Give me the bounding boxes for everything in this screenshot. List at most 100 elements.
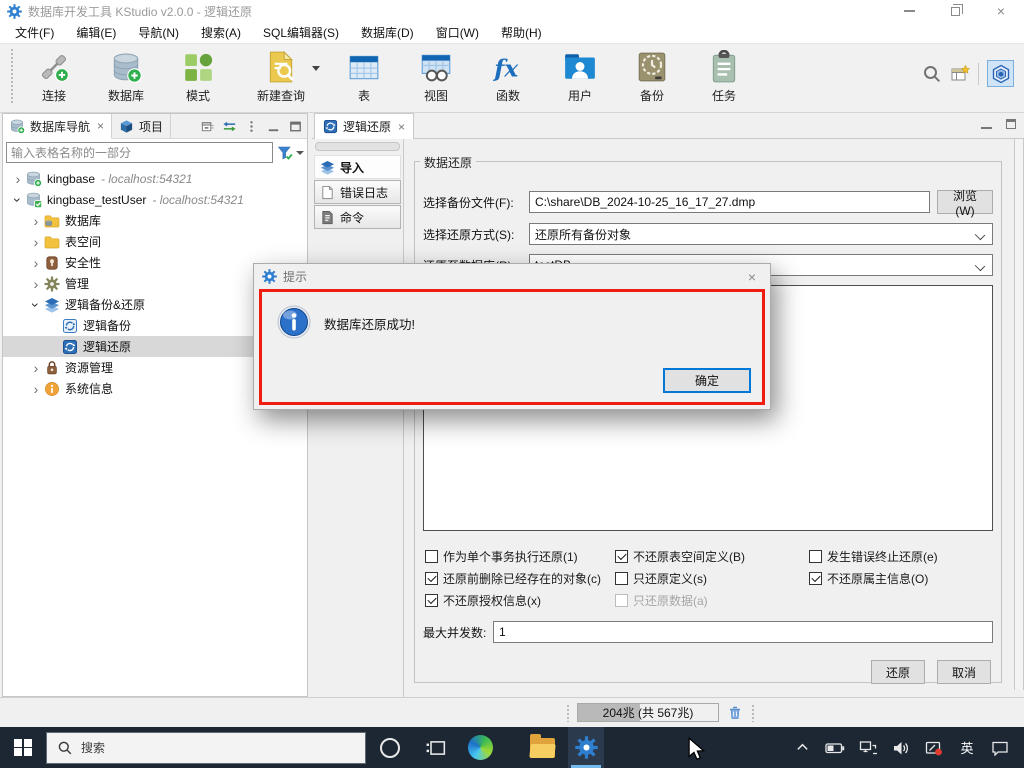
chevron-right-icon: › bbox=[29, 361, 43, 375]
rail-import-button[interactable]: 导入 bbox=[314, 155, 401, 179]
battery-status[interactable] bbox=[823, 727, 847, 768]
restore-button[interactable] bbox=[932, 0, 978, 22]
checkbox-drop-existing-objects[interactable]: 还原前删除已经存在的对象(c) bbox=[425, 567, 615, 589]
info-icon bbox=[276, 304, 312, 340]
tree-item-kingbase[interactable]: › kingbase - localhost:54321 bbox=[3, 168, 307, 189]
new-query-dropdown-arrow[interactable] bbox=[312, 66, 320, 71]
open-perspective-icon[interactable] bbox=[950, 64, 970, 84]
dialog-close-icon[interactable]: × bbox=[742, 269, 762, 285]
tree-item-databases[interactable]: › 数据库 bbox=[3, 210, 307, 231]
toolbar-schema[interactable]: 模式 bbox=[162, 48, 234, 104]
minimize-editor-icon[interactable] bbox=[981, 127, 992, 129]
view-menu-icon[interactable] bbox=[244, 119, 259, 134]
file-explorer-button[interactable] bbox=[524, 727, 560, 768]
status-drag-handle bbox=[566, 704, 570, 722]
security-shield-icon bbox=[44, 255, 60, 271]
toolbar-task[interactable]: 任务 bbox=[688, 48, 760, 104]
cancel-button[interactable]: 取消 bbox=[937, 660, 991, 684]
checkbox-no-privileges[interactable]: 不还原授权信息(x) bbox=[425, 589, 615, 611]
menu-item-search[interactable]: 搜索(A) bbox=[190, 22, 252, 44]
database-folder-icon bbox=[44, 213, 60, 229]
restore-mode-label: 选择还原方式(S): bbox=[423, 226, 529, 243]
maximize-editor-icon[interactable] bbox=[1006, 119, 1016, 129]
view-icon bbox=[419, 50, 453, 84]
restore-button[interactable]: 还原 bbox=[871, 660, 925, 684]
search-placeholder: 搜索 bbox=[81, 739, 105, 756]
max-concurrency-input[interactable] bbox=[493, 621, 993, 643]
tab-project[interactable]: 项目 bbox=[112, 114, 171, 138]
toolbar-backup[interactable]: 备份 bbox=[616, 48, 688, 104]
ok-button[interactable]: 确定 bbox=[663, 368, 751, 393]
edge-button[interactable] bbox=[462, 727, 498, 768]
toolbar-table[interactable]: 表 bbox=[328, 48, 400, 104]
tab-close-icon[interactable]: × bbox=[97, 119, 104, 133]
table-filter-input[interactable] bbox=[6, 142, 273, 163]
toolbar-connect[interactable]: 连接 bbox=[18, 48, 90, 104]
trash-icon bbox=[727, 705, 743, 721]
toolbar-database[interactable]: 数据库 bbox=[90, 48, 162, 104]
rail-error-log-button[interactable]: 错误日志 bbox=[314, 180, 401, 204]
chevron-expanded-icon: › bbox=[11, 193, 25, 207]
filter-options-button[interactable] bbox=[277, 145, 304, 161]
checkbox-definition-only[interactable]: 只还原定义(s) bbox=[615, 567, 809, 589]
rail-command-button[interactable]: 命令 bbox=[314, 205, 401, 229]
ime-language-button[interactable]: 英 bbox=[955, 727, 979, 768]
error-log-document-icon bbox=[320, 185, 335, 200]
checkbox-no-owner[interactable]: 不还原属主信息(O) bbox=[809, 567, 938, 589]
tab-database-navigator[interactable]: 数据库导航 × bbox=[3, 114, 112, 139]
network-status[interactable] bbox=[856, 727, 880, 768]
cortana-button[interactable] bbox=[372, 727, 408, 768]
checkbox-single-transaction[interactable]: 作为单个事务执行还原(1) bbox=[425, 545, 615, 567]
toolbar-drag-handle[interactable] bbox=[10, 48, 14, 104]
volume-status[interactable] bbox=[889, 727, 913, 768]
logical-backup-icon bbox=[62, 318, 78, 334]
user-icon bbox=[563, 50, 597, 84]
toolbar-function[interactable]: 函数 bbox=[472, 48, 544, 104]
active-perspective-button[interactable] bbox=[987, 60, 1014, 87]
action-center-button[interactable] bbox=[988, 727, 1012, 768]
menu-item-navigate[interactable]: 导航(N) bbox=[127, 22, 190, 44]
tab-logical-restore[interactable]: 逻辑还原 × bbox=[314, 113, 414, 139]
toolbar-new-query[interactable]: 新建查询 bbox=[234, 48, 328, 104]
search-icon[interactable] bbox=[922, 64, 942, 84]
run-gc-button[interactable] bbox=[726, 703, 744, 722]
kstudio-taskbar-button[interactable] bbox=[568, 727, 604, 768]
ime-tool-button[interactable] bbox=[922, 727, 946, 768]
dialog-titlebar: 提示 × bbox=[254, 264, 770, 289]
backup-file-input[interactable] bbox=[529, 191, 930, 213]
browse-button[interactable]: 浏览(W) bbox=[937, 190, 993, 214]
maximize-panel-icon[interactable] bbox=[288, 119, 303, 134]
checkbox-exit-on-error[interactable]: 发生错误终止还原(e) bbox=[809, 545, 938, 567]
checkbox-box bbox=[425, 594, 438, 607]
toolbar-view[interactable]: 视图 bbox=[400, 48, 472, 104]
tray-expand-button[interactable] bbox=[790, 727, 814, 768]
tree-item-tablespaces[interactable]: › 表空间 bbox=[3, 231, 307, 252]
menu-item-window[interactable]: 窗口(W) bbox=[425, 22, 490, 44]
backup-clock-icon bbox=[635, 50, 669, 84]
menu-item-file[interactable]: 文件(F) bbox=[4, 22, 65, 44]
restore-mode-select[interactable]: 还原所有备份对象 bbox=[529, 223, 993, 245]
minimize-panel-icon[interactable] bbox=[266, 119, 281, 134]
tab-close-icon[interactable]: × bbox=[398, 120, 405, 134]
link-with-editor-icon[interactable] bbox=[222, 119, 237, 134]
database-navigator-icon bbox=[10, 119, 25, 134]
menu-item-edit[interactable]: 编辑(E) bbox=[65, 22, 127, 44]
database-server-icon bbox=[26, 171, 42, 187]
task-view-button[interactable] bbox=[418, 727, 454, 768]
taskbar-search-box[interactable]: 搜索 bbox=[46, 732, 366, 764]
menu-item-sql-editor[interactable]: SQL编辑器(S) bbox=[252, 22, 350, 44]
collapse-all-icon[interactable] bbox=[200, 119, 215, 134]
minimize-button[interactable] bbox=[886, 0, 932, 22]
close-button[interactable]: × bbox=[978, 0, 1024, 22]
collapsed-toolbar-handle[interactable] bbox=[315, 142, 400, 151]
menu-item-database[interactable]: 数据库(D) bbox=[350, 22, 425, 44]
start-button[interactable] bbox=[0, 727, 46, 768]
checkbox-no-tablespace[interactable]: 不还原表空间定义(B) bbox=[615, 545, 809, 567]
menu-item-help[interactable]: 帮助(H) bbox=[490, 22, 553, 44]
editor-tab-strip: 逻辑还原 × bbox=[312, 113, 1024, 139]
tree-item-kingbase-testuser[interactable]: › kingbase_testUser - localhost:54321 bbox=[3, 189, 307, 210]
folder-icon bbox=[44, 234, 60, 250]
collapsed-panel-strip bbox=[1014, 139, 1024, 690]
kstudio-gear-icon bbox=[575, 736, 598, 759]
toolbar-user[interactable]: 用户 bbox=[544, 48, 616, 104]
